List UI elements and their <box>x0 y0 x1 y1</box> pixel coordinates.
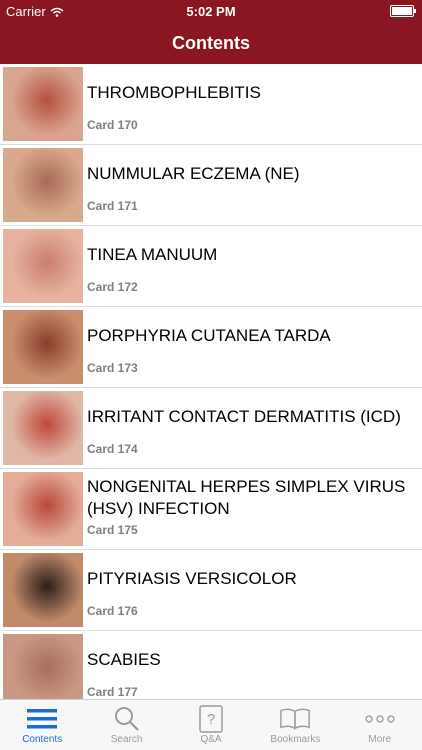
thumbnail-image <box>3 67 83 141</box>
tab-bar: Contents Search ? Q&A Bookmarks More <box>0 699 422 750</box>
item-card-number: Card 177 <box>87 685 138 699</box>
thumbnail-image <box>3 148 83 222</box>
tab-qa[interactable]: ? Q&A <box>169 700 253 750</box>
item-title: TINEA MANUUM <box>87 245 218 264</box>
item-card-number: Card 176 <box>87 604 138 618</box>
thumbnail-image <box>3 553 83 627</box>
list-icon <box>26 706 58 732</box>
list-item[interactable]: PITYRIASIS VERSICOLOR Card 176 <box>0 550 422 631</box>
contents-list[interactable]: THROMBOPHLEBITIS Card 170 NUMMULAR ECZEM… <box>0 64 422 700</box>
thumbnail-image <box>3 229 83 303</box>
list-item[interactable]: THROMBOPHLEBITIS Card 170 <box>0 64 422 145</box>
list-item[interactable]: PORPHYRIA CUTANEA TARDA Card 173 <box>0 307 422 388</box>
question-card-icon: ? <box>195 705 227 733</box>
item-card-number: Card 173 <box>87 361 138 375</box>
list-item[interactable]: NONGENITAL HERPES SIMPLEX VIRUS (HSV) IN… <box>0 469 422 550</box>
list-item[interactable]: NUMMULAR ECZEMA (NE) Card 171 <box>0 145 422 226</box>
thumbnail-image <box>3 634 83 700</box>
status-bar: Carrier 5:02 PM <box>0 0 422 22</box>
tab-search[interactable]: Search <box>84 700 168 750</box>
item-card-number: Card 170 <box>87 118 138 132</box>
list-item[interactable]: SCABIES Card 177 <box>0 631 422 700</box>
page-title: Contents <box>172 33 250 53</box>
item-title: NUMMULAR ECZEMA (NE) <box>87 164 300 183</box>
item-title: THROMBOPHLEBITIS <box>87 83 261 102</box>
item-card-number: Card 174 <box>87 442 138 456</box>
tab-label: Bookmarks <box>270 734 321 745</box>
item-card-number: Card 175 <box>87 523 138 537</box>
tab-label: Search <box>110 734 143 745</box>
book-icon <box>279 706 311 732</box>
battery-icon <box>390 5 416 17</box>
list-item[interactable]: TINEA MANUUM Card 172 <box>0 226 422 307</box>
tab-contents[interactable]: Contents <box>0 700 84 750</box>
item-card-number: Card 172 <box>87 280 138 294</box>
search-icon <box>111 706 143 732</box>
navigation-bar: Carrier 5:02 PM Contents <box>0 0 422 64</box>
item-title: SCABIES <box>87 650 161 669</box>
item-title: PORPHYRIA CUTANEA TARDA <box>87 326 331 345</box>
more-icon <box>364 706 396 732</box>
thumbnail-image <box>3 310 83 384</box>
item-title: PITYRIASIS VERSICOLOR <box>87 569 297 588</box>
tab-label: More <box>368 734 392 745</box>
tab-label: Contents <box>22 734 63 745</box>
tab-label: Q&A <box>200 734 222 745</box>
list-item[interactable]: IRRITANT CONTACT DERMATITIS (ICD) Card 1… <box>0 388 422 469</box>
thumbnail-image <box>3 472 83 546</box>
item-card-number: Card 171 <box>87 199 138 213</box>
item-title: IRRITANT CONTACT DERMATITIS (ICD) <box>87 407 401 426</box>
status-time: 5:02 PM <box>186 4 236 19</box>
tab-bookmarks[interactable]: Bookmarks <box>253 700 337 750</box>
item-title: NONGENITAL HERPES SIMPLEX VIRUS (HSV) IN… <box>87 477 406 518</box>
thumbnail-image <box>3 391 83 465</box>
tab-more[interactable]: More <box>338 700 422 750</box>
svg-text:?: ? <box>207 711 215 728</box>
